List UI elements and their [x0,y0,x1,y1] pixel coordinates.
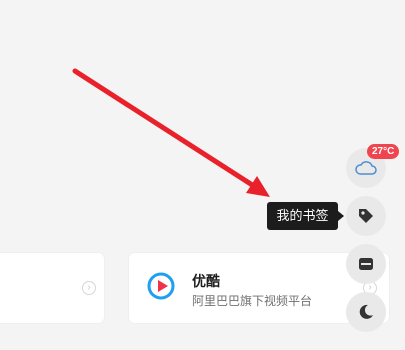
moon-icon [359,304,373,319]
temperature-badge: 27°C [367,144,400,159]
bookmark-tooltip: 我的书签 [267,202,344,230]
cloud-icon [355,161,377,175]
youku-logo-icon [147,272,175,300]
bookmark-button[interactable] [346,196,386,236]
site-title: 优酷 [192,273,220,289]
tag-icon [359,209,373,223]
toolbox-button[interactable] [346,244,386,284]
toolbox-icon [359,258,373,270]
site-subtitle: 阿里巴巴旗下视频平台 [192,294,313,308]
site-card-partial[interactable]: › [0,253,104,323]
theme-toggle-button[interactable] [346,292,386,332]
chevron-right-icon[interactable]: › [82,281,96,295]
